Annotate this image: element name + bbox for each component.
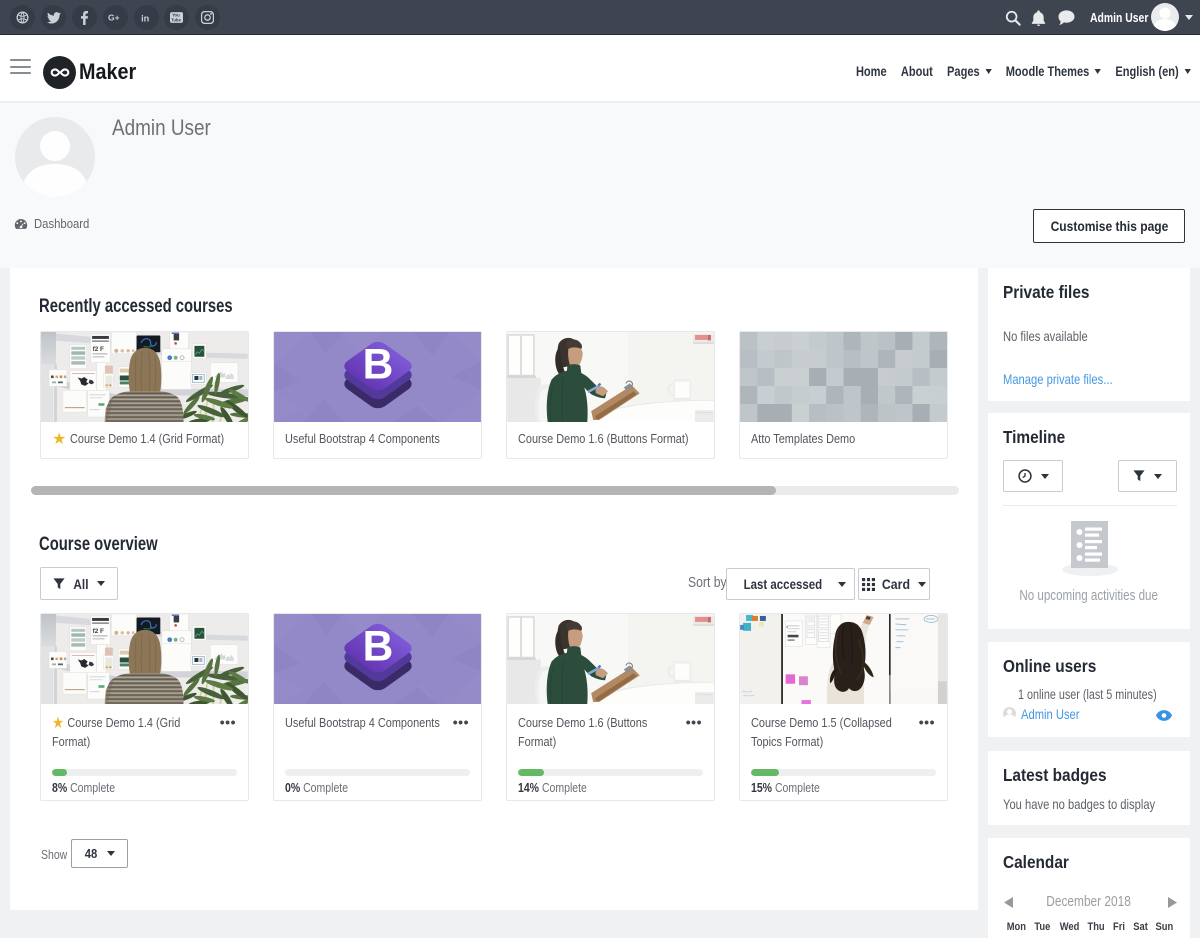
svg-text:in: in [141,13,150,23]
svg-text:You: You [172,13,180,18]
svg-text:Tube: Tube [171,17,181,22]
svg-text:G+: G+ [108,13,120,23]
